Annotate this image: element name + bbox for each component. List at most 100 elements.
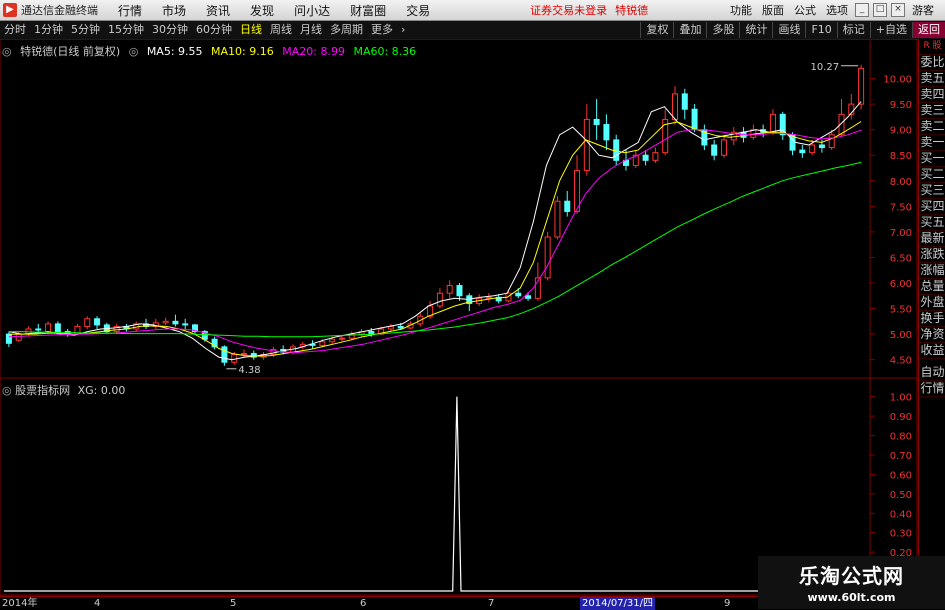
menu-right-group: 功能 版面 公式 选项 _ □ × 游客 bbox=[725, 0, 939, 20]
ma-line-ma60 bbox=[8, 161, 862, 338]
mark-button[interactable]: 标记 bbox=[836, 22, 870, 38]
minimize-icon[interactable]: _ bbox=[855, 3, 869, 17]
side-item-14[interactable]: 总量 bbox=[919, 279, 945, 295]
menu-item-wenxiaoda[interactable]: 问小达 bbox=[294, 2, 330, 19]
candle-body bbox=[338, 337, 345, 340]
period-1min[interactable]: 1分钟 bbox=[30, 22, 67, 38]
legend-ma20: MA20: 8.99 bbox=[282, 45, 345, 58]
side-item-5[interactable]: 卖一 bbox=[919, 135, 945, 151]
watermark: 乐淘公式网 www.60lt.com bbox=[758, 556, 945, 609]
menu-item-jiaoyi[interactable]: 交易 bbox=[406, 2, 430, 19]
candle-body bbox=[221, 346, 228, 363]
side-top-label: R 股 bbox=[919, 39, 945, 55]
period-15min[interactable]: 15分钟 bbox=[104, 22, 148, 38]
app-logo-icon: ▶ bbox=[3, 3, 17, 17]
period-weekly[interactable]: 周线 bbox=[266, 22, 296, 38]
legend-ma10: MA10: 9.16 bbox=[211, 45, 274, 58]
legend-ma5: MA5: 9.55 bbox=[146, 45, 203, 58]
candle-body bbox=[436, 292, 443, 307]
side-item-7[interactable]: 买二 bbox=[919, 167, 945, 183]
menu-banmian[interactable]: 版面 bbox=[762, 2, 784, 18]
more-chevron-icon[interactable]: › bbox=[397, 22, 409, 38]
candle-body bbox=[720, 139, 727, 156]
date-label-3: 6 bbox=[360, 598, 367, 609]
main-y-tick-label-6: 7.00 bbox=[890, 228, 912, 239]
side-item-12[interactable]: 涨跌 bbox=[919, 247, 945, 263]
side-item-11[interactable]: 最新 bbox=[919, 231, 945, 247]
menu-item-hangqing[interactable]: 行情 bbox=[118, 2, 142, 19]
candle-body bbox=[652, 152, 659, 161]
side-item-10[interactable]: 买五 bbox=[919, 215, 945, 231]
side-item-8[interactable]: 买三 bbox=[919, 183, 945, 199]
candle-body bbox=[515, 292, 522, 297]
period-30min[interactable]: 30分钟 bbox=[148, 22, 192, 38]
candle-body bbox=[329, 338, 336, 343]
period-monthly[interactable]: 月线 bbox=[296, 22, 326, 38]
menu-gongshi[interactable]: 公式 bbox=[794, 2, 816, 18]
login-notice[interactable]: 证券交易未登录 bbox=[530, 2, 607, 18]
side-item-16[interactable]: 换手 bbox=[919, 311, 945, 327]
candle-body bbox=[769, 113, 776, 133]
period-toolbar: 分时 1分钟 5分钟 15分钟 30分钟 60分钟 日线 周线 月线 多周期 更… bbox=[0, 21, 945, 40]
ind-y-tick-label-0: 1.00 bbox=[890, 393, 912, 404]
candle-body bbox=[603, 124, 610, 141]
side-lower-item-0[interactable]: 自动 bbox=[919, 365, 945, 381]
candle-body bbox=[593, 118, 600, 126]
candle-body bbox=[54, 323, 61, 333]
chart-area[interactable]: 10.00 9.50 9.00 8.50 8.00 7.50 7.00 6.50 6.00 5.5… bbox=[0, 39, 918, 596]
ind-y-tick-label-4: 0.60 bbox=[890, 470, 912, 481]
draw-line-button[interactable]: 画线 bbox=[772, 22, 805, 38]
date-label-2: 5 bbox=[230, 598, 237, 609]
maximize-icon[interactable]: □ bbox=[873, 3, 887, 17]
add-watchlist-button[interactable]: +自选 bbox=[869, 22, 912, 38]
legend-toggle-icon[interactable]: ◎ bbox=[2, 45, 12, 58]
candle-body bbox=[172, 320, 179, 325]
menu-item-shichang[interactable]: 市场 bbox=[162, 2, 186, 19]
side-item-2[interactable]: 卖四 bbox=[919, 87, 945, 103]
main-y-tick-label-7: 6.50 bbox=[890, 253, 912, 264]
period-5min[interactable]: 5分钟 bbox=[67, 22, 104, 38]
side-item-4[interactable]: 卖二 bbox=[919, 119, 945, 135]
period-fenshi[interactable]: 分时 bbox=[0, 22, 30, 38]
side-item-18[interactable]: 收益 bbox=[919, 343, 945, 359]
ind-y-tick-label-2: 0.80 bbox=[890, 432, 912, 443]
ma-line-ma10 bbox=[8, 121, 862, 357]
period-more[interactable]: 更多 bbox=[367, 22, 397, 38]
right-side-panel: R 股 委比 卖五 卖四 卖三 卖二 卖一 买一 买二 买三 买四 买五 最新 涨跌 涨幅 总量 外盘 换手 净资… bbox=[918, 39, 945, 609]
ind-y-tick-label-1: 0.90 bbox=[890, 412, 912, 423]
side-item-0[interactable]: 委比 bbox=[919, 55, 945, 71]
side-item-13[interactable]: 涨幅 bbox=[919, 263, 945, 279]
overlay-button[interactable]: 叠加 bbox=[673, 22, 706, 38]
ind-y-tick-label-6: 0.40 bbox=[890, 509, 912, 520]
back-button[interactable]: 返回 bbox=[912, 22, 945, 38]
stats-button[interactable]: 统计 bbox=[739, 22, 772, 38]
guest-label[interactable]: 游客 bbox=[912, 2, 934, 18]
side-item-9[interactable]: 买四 bbox=[919, 199, 945, 215]
side-item-3[interactable]: 卖三 bbox=[919, 103, 945, 119]
period-daily[interactable]: 日线 bbox=[236, 22, 266, 38]
side-item-6[interactable]: 买一 bbox=[919, 151, 945, 167]
f10-button[interactable]: F10 bbox=[805, 22, 836, 38]
fuquan-button[interactable]: 复权 bbox=[640, 22, 673, 38]
main-y-tick-label-5: 7.50 bbox=[890, 202, 912, 213]
side-item-17[interactable]: 净资 bbox=[919, 327, 945, 343]
menu-item-caifuquan[interactable]: 财富圈 bbox=[350, 2, 386, 19]
menu-gongneng[interactable]: 功能 bbox=[730, 2, 752, 18]
menu-xuanxiang[interactable]: 选项 bbox=[826, 2, 848, 18]
chart-title: 特锐德(日线 前复权) bbox=[20, 45, 121, 58]
period-60min[interactable]: 60分钟 bbox=[192, 22, 236, 38]
side-item-1[interactable]: 卖五 bbox=[919, 71, 945, 87]
candle-body bbox=[5, 333, 12, 344]
main-y-tick-label-0: 10.00 bbox=[883, 75, 912, 86]
menu-item-zixun[interactable]: 资讯 bbox=[206, 2, 230, 19]
period-multi[interactable]: 多周期 bbox=[326, 22, 367, 38]
main-y-tick-label-4: 8.00 bbox=[890, 177, 912, 188]
menu-item-faxian[interactable]: 发现 bbox=[250, 2, 274, 19]
indicator-toggle-icon[interactable]: ◎ bbox=[2, 384, 12, 397]
side-lower-item-1[interactable]: 行情 bbox=[919, 381, 945, 397]
stock-name-header: 特锐德 bbox=[615, 4, 649, 17]
legend-ma-icon[interactable]: ◎ bbox=[129, 45, 139, 58]
multi-stock-button[interactable]: 多股 bbox=[706, 22, 739, 38]
side-item-15[interactable]: 外盘 bbox=[919, 295, 945, 311]
close-icon[interactable]: × bbox=[891, 3, 905, 17]
